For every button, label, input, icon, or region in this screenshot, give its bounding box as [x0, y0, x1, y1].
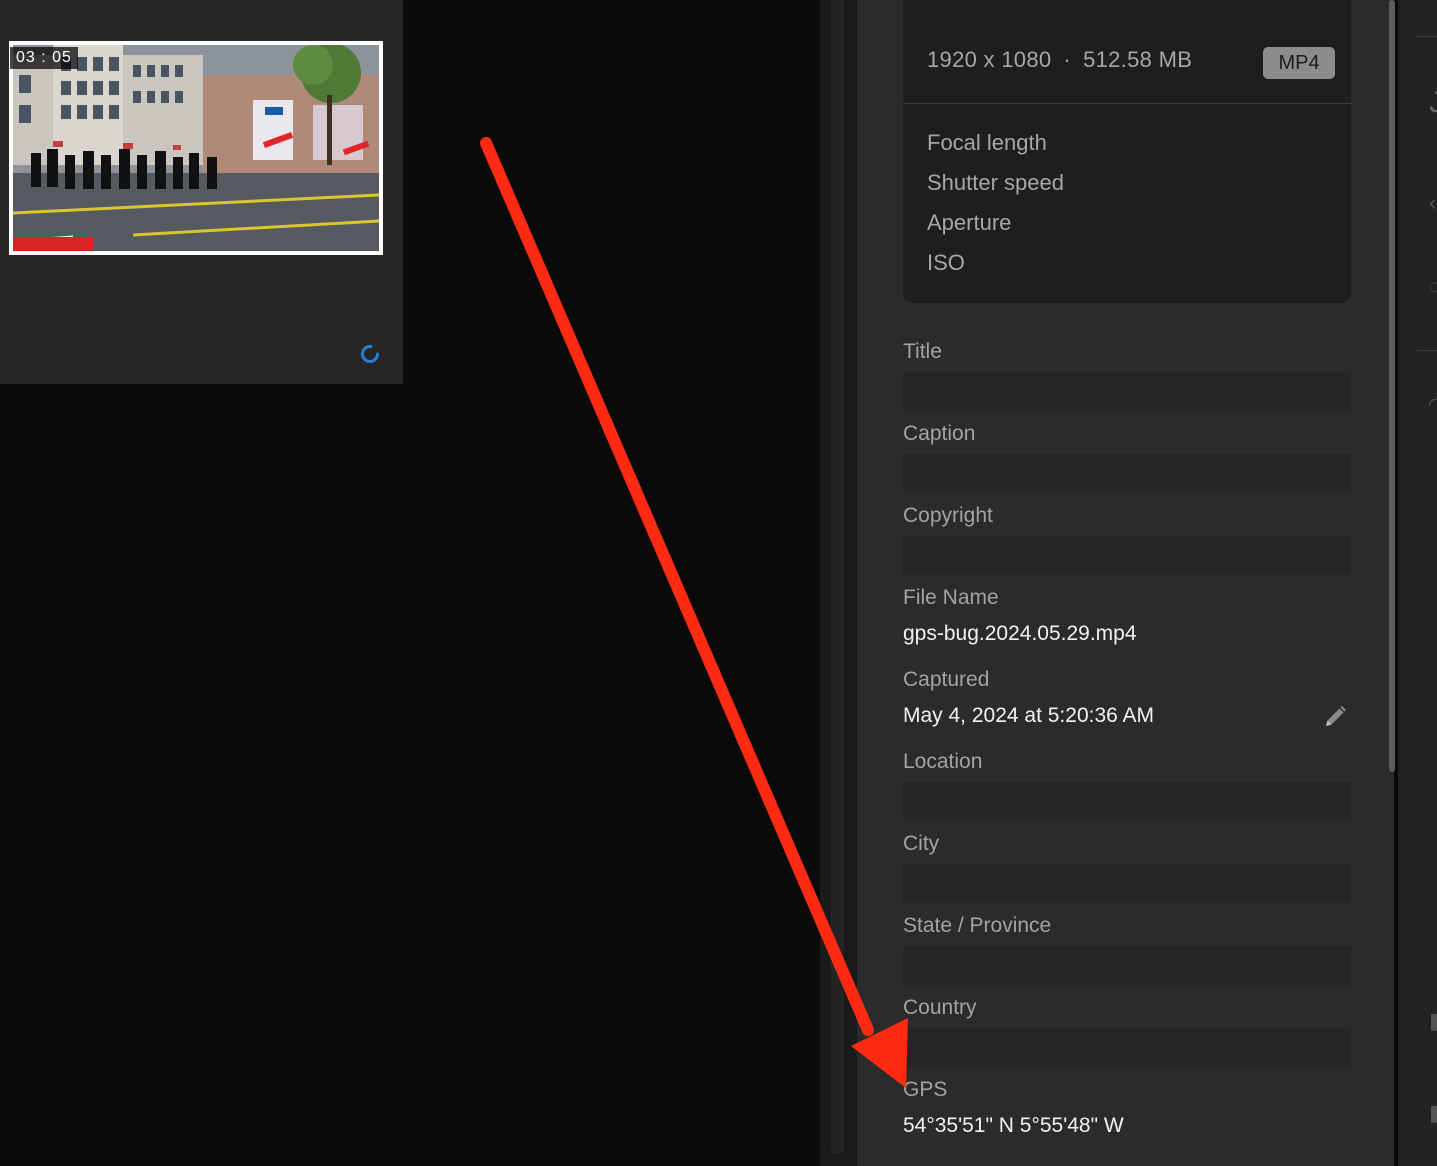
exif-shutter-speed: Shutter speed	[927, 170, 1064, 195]
file-size: 512.58 MB	[1083, 47, 1193, 72]
tool-icon-partial[interactable]: ◜	[1429, 392, 1437, 417]
location-input[interactable]	[903, 782, 1351, 821]
exif-aperture: Aperture	[927, 210, 1012, 235]
gutter-scroll-track[interactable]	[831, 0, 844, 1154]
tool-icon-partial[interactable]: ◌	[1429, 276, 1437, 299]
exif-iso: ISO	[927, 250, 965, 275]
caption-input[interactable]	[903, 454, 1351, 493]
title-label: Title	[903, 340, 942, 363]
title-input[interactable]	[903, 372, 1351, 411]
right-tool-strip: J ‹ ◌ ◜ ▮ ▮	[1398, 0, 1437, 1166]
city-input[interactable]	[903, 864, 1351, 903]
strip-divider	[1417, 350, 1437, 351]
copyright-input[interactable]	[903, 536, 1351, 575]
tool-icon-partial[interactable]: J	[1429, 86, 1437, 120]
separator-dot: ·	[1063, 47, 1072, 72]
state-province-label: State / Province	[903, 914, 1052, 937]
thumbnail-image	[13, 45, 379, 251]
edit-pencil-icon[interactable]	[1321, 703, 1349, 731]
format-badge: MP4	[1263, 47, 1335, 79]
file-dimensions-size: 1920 x 1080 · 512.58 MB	[927, 47, 1192, 73]
file-name-value: gps-bug.2024.05.29.mp4	[903, 622, 1137, 645]
video-thumbnail[interactable]	[9, 41, 383, 255]
tool-icon-partial[interactable]: ▮	[1429, 1100, 1437, 1126]
file-dimensions: 1920 x 1080	[927, 47, 1052, 72]
country-input[interactable]	[903, 1028, 1351, 1067]
captured-value: May 4, 2024 at 5:20:36 AM	[903, 704, 1154, 727]
grid-panel: 03 : 05	[0, 0, 403, 384]
location-label: Location	[903, 750, 983, 773]
gps-label: GPS	[903, 1078, 948, 1101]
gps-value: 54°35'51" N 5°55'48" W	[903, 1114, 1124, 1137]
tool-icon-partial[interactable]: ▮	[1429, 1008, 1437, 1034]
panel-scrollbar[interactable]	[1389, 0, 1395, 772]
captured-label: Captured	[903, 668, 990, 691]
exif-card: Focal length Shutter speed Aperture ISO	[903, 104, 1351, 303]
city-label: City	[903, 832, 940, 855]
loading-spinner-icon	[361, 345, 379, 363]
file-name-label: File Name	[903, 586, 999, 609]
copyright-label: Copyright	[903, 504, 993, 527]
chevron-left-icon[interactable]: ‹	[1429, 190, 1436, 216]
caption-label: Caption	[903, 422, 976, 445]
video-duration-badge: 03 : 05	[10, 47, 78, 69]
state-province-input[interactable]	[903, 946, 1351, 985]
exif-list: Focal length Shutter speed Aperture ISO	[927, 126, 1064, 286]
country-label: Country	[903, 996, 977, 1019]
exif-focal-length: Focal length	[927, 130, 1047, 155]
file-info-card: 1920 x 1080 · 512.58 MB MP4	[903, 0, 1351, 104]
strip-divider	[1417, 36, 1437, 37]
